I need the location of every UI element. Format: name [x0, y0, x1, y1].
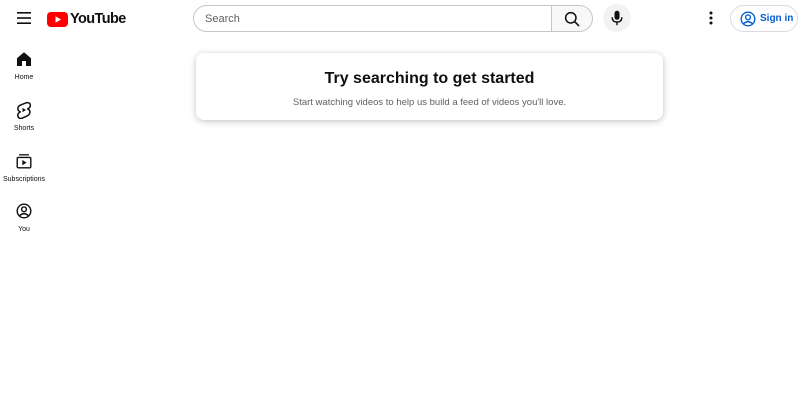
sidebar-item-label: Shorts: [13, 125, 35, 132]
empty-feed-subtitle: Start watching videos to help us build a…: [292, 97, 567, 108]
more-vertical-icon: [709, 11, 713, 25]
sidebar-item-shorts[interactable]: Shorts: [0, 91, 48, 139]
empty-feed-title: Try searching to get started: [324, 70, 535, 87]
voice-search-button[interactable]: [603, 4, 631, 32]
microphone-icon: [611, 10, 623, 26]
search-box[interactable]: [193, 5, 551, 32]
top-bar: YouTube Sign in: [0, 0, 800, 36]
more-options-button[interactable]: [699, 6, 723, 30]
sidebar-item-you[interactable]: You: [0, 192, 48, 240]
account-circle-icon: [740, 10, 756, 27]
sidebar-item-subscriptions[interactable]: Subscriptions: [0, 142, 48, 190]
home-icon: [15, 50, 33, 68]
you-icon: [15, 202, 33, 220]
empty-feed-card: Try searching to get started Start watch…: [196, 53, 663, 120]
hamburger-menu-icon: [17, 12, 31, 24]
sign-in-button[interactable]: Sign in: [730, 5, 798, 32]
sign-in-label: Sign in: [760, 13, 794, 24]
logo-text: YouTube: [70, 11, 126, 27]
search-icon: [564, 11, 580, 26]
youtube-logo[interactable]: YouTube: [47, 9, 126, 29]
search-input[interactable]: [205, 12, 540, 25]
sidebar-item-label: Subscriptions: [2, 176, 46, 183]
youtube-play-icon: [47, 11, 68, 27]
shorts-icon: [15, 101, 33, 119]
sidebar-item-label: Home: [14, 74, 34, 81]
subscriptions-icon: [15, 152, 33, 170]
search-button[interactable]: [551, 5, 593, 32]
menu-button[interactable]: [12, 6, 36, 30]
sidebar-item-label: You: [18, 226, 30, 233]
sidebar-item-home[interactable]: Home: [0, 40, 48, 88]
